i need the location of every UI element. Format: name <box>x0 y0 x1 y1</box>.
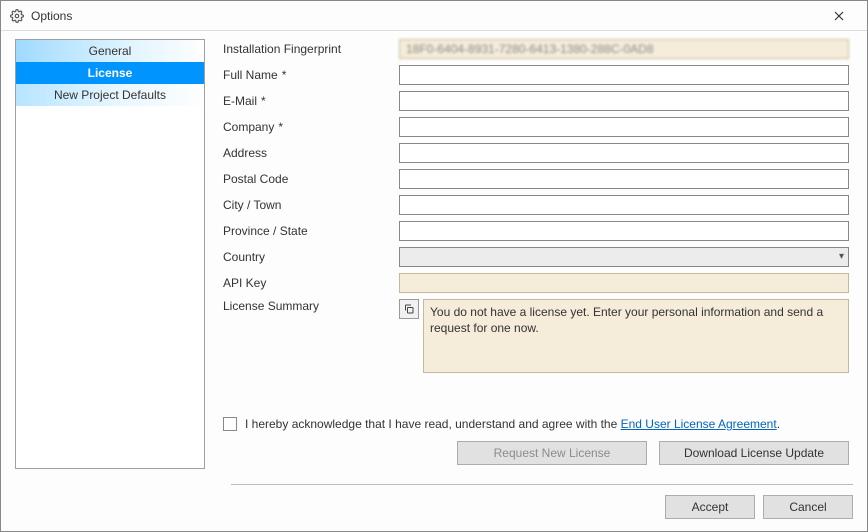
label-license-summary: License Summary <box>219 299 399 313</box>
acknowledge-text: I hereby acknowledge that I have read, u… <box>245 417 780 431</box>
options-dialog: Options General License New Project Defa… <box>0 0 868 532</box>
label-api-key: API Key <box>219 276 399 290</box>
label-city: City / Town <box>219 198 399 212</box>
sidebar-item-license[interactable]: License <box>16 62 204 84</box>
label-full-name: Full Name* <box>219 68 399 82</box>
label-installation-fingerprint: Installation Fingerprint <box>219 42 399 56</box>
dialog-body: General License New Project Defaults Ins… <box>1 31 867 531</box>
titlebar: Options <box>1 1 867 31</box>
address-input[interactable] <box>399 143 849 163</box>
postal-code-input[interactable] <box>399 169 849 189</box>
cancel-button[interactable]: Cancel <box>763 495 853 519</box>
main-area: General License New Project Defaults Ins… <box>1 31 867 477</box>
chevron-down-icon: ▾ <box>839 251 844 262</box>
window-title: Options <box>31 9 72 23</box>
sidebar: General License New Project Defaults <box>15 39 205 469</box>
city-input[interactable] <box>399 195 849 215</box>
label-email: E-Mail* <box>219 94 399 108</box>
sidebar-item-new-project-defaults[interactable]: New Project Defaults <box>16 84 204 106</box>
country-dropdown[interactable]: ▾ <box>399 247 849 267</box>
province-input[interactable] <box>399 221 849 241</box>
company-input[interactable] <box>399 117 849 137</box>
acknowledge-checkbox[interactable] <box>223 417 237 431</box>
label-postal-code: Postal Code <box>219 172 399 186</box>
accept-button[interactable]: Accept <box>665 495 755 519</box>
request-new-license-button[interactable]: Request New License <box>457 441 647 465</box>
label-province: Province / State <box>219 224 399 238</box>
gear-icon <box>9 8 25 24</box>
dialog-footer: Accept Cancel <box>1 485 867 531</box>
license-form: Installation Fingerprint 18F0-6404-8931-… <box>219 39 849 401</box>
license-summary-text: You do not have a license yet. Enter you… <box>423 299 849 373</box>
label-company: Company* <box>219 120 399 134</box>
full-name-input[interactable] <box>399 65 849 85</box>
email-input[interactable] <box>399 91 849 111</box>
close-button[interactable] <box>819 2 859 30</box>
license-action-row: Request New License Download License Upd… <box>219 441 849 465</box>
eula-link[interactable]: End User License Agreement <box>621 417 777 431</box>
installation-fingerprint-value: 18F0-6404-8931-7280-6413-1380-288C-0AD8 <box>399 39 849 59</box>
sidebar-item-general[interactable]: General <box>16 40 204 62</box>
label-address: Address <box>219 146 399 160</box>
acknowledge-row: I hereby acknowledge that I have read, u… <box>219 417 849 431</box>
download-license-update-button[interactable]: Download License Update <box>659 441 849 465</box>
copy-summary-button[interactable] <box>399 299 419 319</box>
label-country: Country <box>219 250 399 264</box>
form-area: Installation Fingerprint 18F0-6404-8931-… <box>219 39 853 469</box>
api-key-input[interactable] <box>399 273 849 293</box>
